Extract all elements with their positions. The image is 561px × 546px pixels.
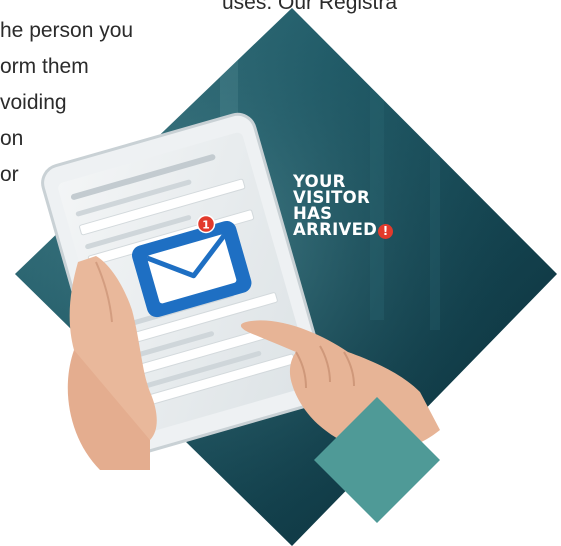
badge-count: 1 [202,219,210,232]
headline-line-4-text: ARRIVED [293,220,378,239]
visitor-arrived-headline: YOUR VISITOR HAS ARRIVED! [293,173,394,239]
headline-line-4: ARRIVED! [293,220,394,239]
hero-illustration: 1 [15,8,557,546]
exclamation-icon: ! [378,224,394,239]
notification-badge: 1 [196,214,216,234]
